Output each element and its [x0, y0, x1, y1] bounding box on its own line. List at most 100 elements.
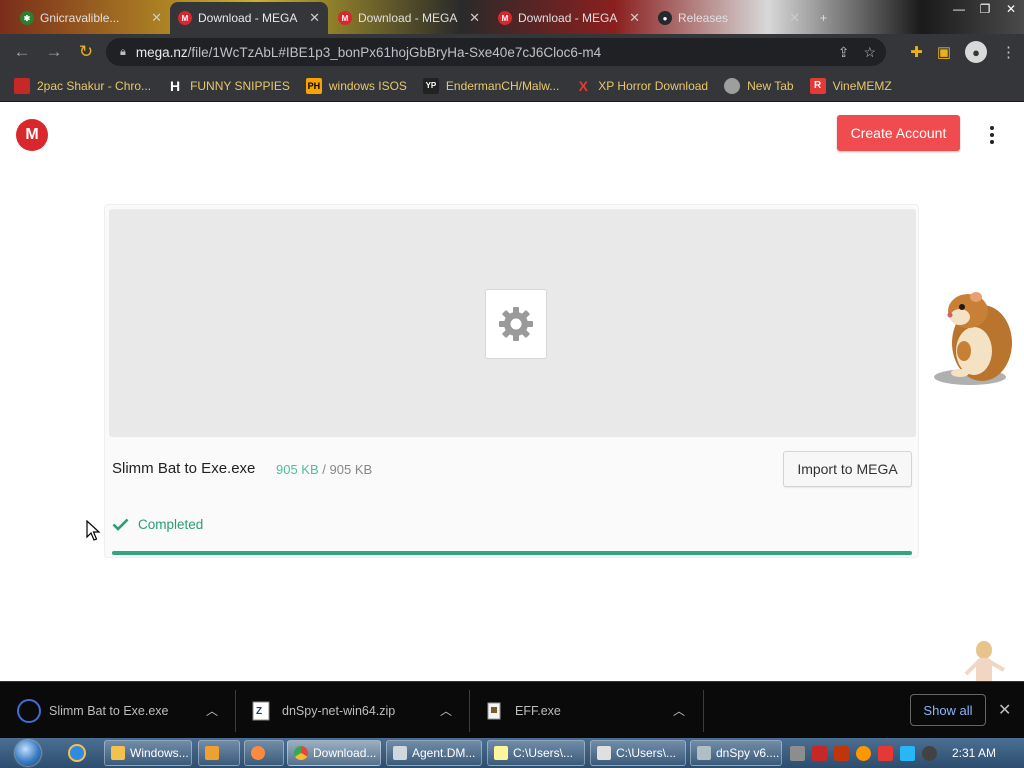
window-controls: — ❐ ✕: [946, 0, 1024, 18]
tray-v-icon[interactable]: [812, 745, 827, 761]
download-progress-bar: [112, 551, 912, 555]
url-domain: mega.nz: [135, 44, 188, 60]
taskbar-item[interactable]: Windows...: [104, 740, 192, 766]
7zip-icon: [597, 746, 611, 760]
back-icon[interactable]: ←: [6, 34, 38, 70]
file-size: 905 KB / 905 KB: [276, 462, 372, 477]
tab-0[interactable]: ✱ Gnicravalible... ✕: [12, 2, 170, 34]
download-name: Slimm Bat to Exe.exe: [49, 703, 169, 718]
bookmark-item[interactable]: PH windows ISOS: [305, 77, 407, 94]
bookmark-item[interactable]: X XP Horror Download: [575, 77, 709, 94]
tab-title: Releases: [678, 11, 729, 25]
bookmark-item[interactable]: 2pac Shakur - Chro...: [14, 77, 151, 94]
tab-title: Download - MEGA: [518, 11, 618, 25]
mega-icon: M: [338, 11, 352, 25]
close-icon[interactable]: ✕: [151, 10, 162, 26]
import-to-mega-button[interactable]: Import to MEGA: [783, 451, 912, 487]
tray-flag-icon[interactable]: [878, 745, 893, 761]
tray-monitor-icon[interactable]: [900, 745, 915, 761]
taskbar-label: Download...: [313, 746, 377, 760]
tray-app-icon[interactable]: [834, 745, 849, 761]
tray-search-icon[interactable]: [856, 745, 871, 761]
chevron-up-icon[interactable]: ︿: [673, 702, 685, 719]
show-all-downloads-button[interactable]: Show all: [910, 694, 986, 726]
svg-text:Z: Z: [256, 706, 262, 717]
taskbar-label: Windows...: [130, 746, 189, 760]
bookmarks-bar: 2pac Shakur - Chro... H FUNNY SNIPPIES P…: [0, 70, 1024, 102]
x-icon: X: [578, 77, 588, 94]
tray-volume-icon[interactable]: [922, 745, 937, 761]
close-window-icon[interactable]: ✕: [998, 0, 1024, 18]
bookmark-label: EndermanCH/Malw...: [445, 78, 560, 93]
chrome-menu-icon[interactable]: ⋮: [1001, 43, 1016, 61]
chevron-up-icon[interactable]: ︿: [440, 702, 452, 719]
minimize-icon[interactable]: —: [946, 0, 972, 18]
taskbar-clock[interactable]: 2:31 AM: [952, 738, 996, 768]
tab-title: Gnicravalible...: [40, 11, 120, 25]
browser-tab-strip: ✱ Gnicravalible... ✕ M Download - MEGA ✕…: [0, 0, 1024, 34]
start-button[interactable]: [10, 738, 46, 768]
bookmark-item[interactable]: R VineMEMZ: [809, 77, 892, 94]
tab-1[interactable]: M Download - MEGA ✕: [170, 2, 328, 34]
ph-icon: PH: [305, 77, 322, 94]
mega-logo[interactable]: M: [16, 119, 48, 151]
chrome-icon: [294, 746, 308, 760]
taskbar-item[interactable]: C:\Users\...: [487, 740, 585, 766]
tab-title: Download - MEGA: [198, 11, 298, 25]
create-account-button[interactable]: Create Account: [837, 115, 960, 151]
maximize-icon[interactable]: ❐: [972, 0, 998, 18]
lock-icon[interactable]: 🔒︎: [120, 46, 126, 59]
size-separator: /: [322, 462, 326, 477]
taskbar-item[interactable]: [198, 740, 240, 766]
close-icon[interactable]: ✕: [629, 10, 640, 26]
tab-title: Download - MEGA: [358, 11, 458, 25]
close-shelf-icon[interactable]: ✕: [998, 700, 1011, 720]
bookmark-label: XP Horror Download: [598, 78, 709, 93]
chrome-web-store-icon: [14, 77, 30, 94]
download-status: Completed: [112, 517, 203, 532]
notepad-icon: [494, 746, 508, 760]
reload-icon[interactable]: ↻: [70, 34, 102, 70]
internet-explorer-icon[interactable]: [68, 744, 86, 762]
tab-2[interactable]: M Download - MEGA ✕: [330, 2, 488, 34]
bookmark-item[interactable]: H FUNNY SNIPPIES: [167, 78, 290, 94]
taskbar-item[interactable]: Agent.DM...: [386, 740, 482, 766]
new-tab-button[interactable]: +: [812, 2, 842, 34]
star-icon[interactable]: ☆: [863, 44, 876, 61]
download-item[interactable]: EFF.exe ︿: [487, 682, 701, 739]
download-name: EFF.exe: [515, 703, 561, 718]
checkmark-icon: [112, 518, 129, 531]
more-menu-icon[interactable]: [984, 123, 1000, 147]
taskbar-item[interactable]: C:\Users\...: [590, 740, 686, 766]
download-item[interactable]: Slimm Bat to Exe.exe ︿: [16, 682, 232, 739]
total-size: 905 KB: [329, 462, 373, 477]
extensions-puzzle-icon[interactable]: ✚: [910, 43, 923, 61]
taskbar-label: dnSpy v6....: [716, 746, 780, 760]
address-bar[interactable]: 🔒︎ mega.nz /file/1WcTzAbL#IBE1p3_bonPx61…: [106, 38, 886, 66]
close-icon[interactable]: ✕: [309, 10, 320, 26]
file-download-card: Slimm Bat to Exe.exe 905 KB / 905 KB Imp…: [104, 204, 919, 558]
download-item[interactable]: Z dnSpy-net-win64.zip ︿: [252, 682, 466, 739]
tab-4[interactable]: ● Releases ✕: [650, 2, 808, 34]
share-icon[interactable]: ⇪: [838, 44, 850, 61]
bookmark-item[interactable]: YP EndermanCH/Malw...: [422, 77, 560, 94]
taskbar-item[interactable]: Download...: [287, 740, 381, 766]
bookmark-item[interactable]: New Tab: [724, 77, 794, 94]
explorer-icon: [111, 746, 125, 760]
loading-ring-icon: [17, 698, 41, 723]
taskbar-item[interactable]: dnSpy v6....: [690, 740, 782, 766]
side-panel-icon[interactable]: ▣: [937, 43, 951, 61]
file-type-thumbnail: [485, 289, 547, 359]
close-icon[interactable]: ✕: [789, 10, 800, 26]
profile-avatar-icon[interactable]: ●: [965, 41, 987, 63]
bookmark-label: New Tab: [747, 78, 794, 93]
taskbar-item[interactable]: [244, 740, 284, 766]
mega-icon: M: [178, 11, 192, 25]
green-leaf-icon: ✱: [20, 11, 34, 25]
close-icon[interactable]: ✕: [469, 10, 480, 26]
tray-app-icon[interactable]: [790, 745, 805, 761]
download-name: dnSpy-net-win64.zip: [282, 703, 396, 718]
chevron-up-icon[interactable]: ︿: [206, 702, 218, 719]
forward-icon[interactable]: →: [38, 34, 70, 70]
tab-3[interactable]: M Download - MEGA ✕: [490, 2, 648, 34]
